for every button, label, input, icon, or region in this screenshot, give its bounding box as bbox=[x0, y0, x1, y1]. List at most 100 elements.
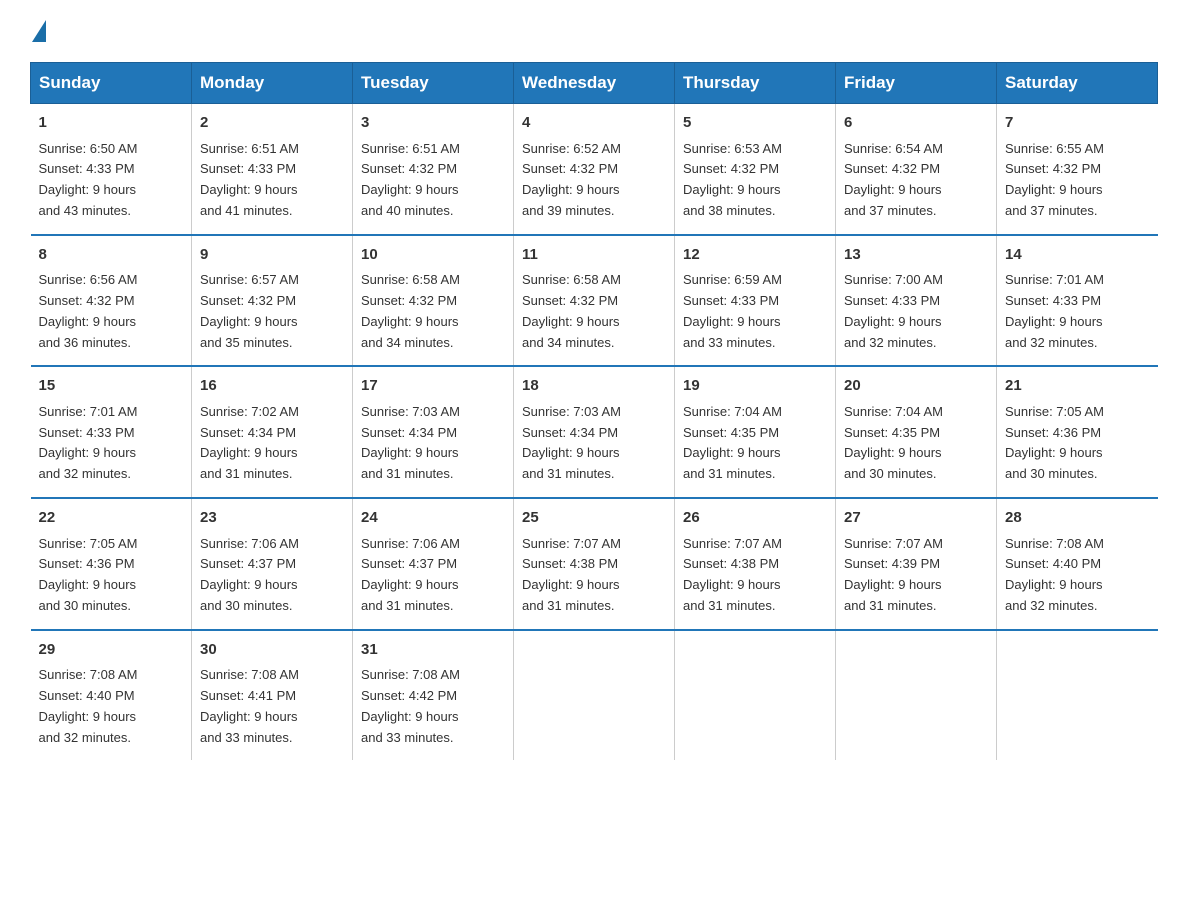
header-day-saturday: Saturday bbox=[997, 63, 1158, 104]
header-day-sunday: Sunday bbox=[31, 63, 192, 104]
day-number: 14 bbox=[1005, 244, 1150, 267]
day-number: 10 bbox=[361, 244, 505, 267]
day-number: 21 bbox=[1005, 375, 1150, 398]
day-number: 31 bbox=[361, 639, 505, 662]
calendar-cell bbox=[997, 630, 1158, 761]
day-info: Sunrise: 6:56 AMSunset: 4:32 PMDaylight:… bbox=[39, 270, 184, 353]
header-day-friday: Friday bbox=[836, 63, 997, 104]
day-info: Sunrise: 6:52 AMSunset: 4:32 PMDaylight:… bbox=[522, 139, 666, 222]
calendar-cell: 24 Sunrise: 7:06 AMSunset: 4:37 PMDayligh… bbox=[353, 498, 514, 630]
header-day-thursday: Thursday bbox=[675, 63, 836, 104]
calendar-cell: 2 Sunrise: 6:51 AMSunset: 4:33 PMDaylight… bbox=[192, 104, 353, 235]
day-info: Sunrise: 7:03 AMSunset: 4:34 PMDaylight:… bbox=[522, 402, 666, 485]
calendar-cell: 12 Sunrise: 6:59 AMSunset: 4:33 PMDayligh… bbox=[675, 235, 836, 367]
day-info: Sunrise: 6:58 AMSunset: 4:32 PMDaylight:… bbox=[361, 270, 505, 353]
day-info: Sunrise: 7:05 AMSunset: 4:36 PMDaylight:… bbox=[39, 534, 184, 617]
day-number: 22 bbox=[39, 507, 184, 530]
week-row-2: 8 Sunrise: 6:56 AMSunset: 4:32 PMDaylight… bbox=[31, 235, 1158, 367]
calendar-cell: 9 Sunrise: 6:57 AMSunset: 4:32 PMDaylight… bbox=[192, 235, 353, 367]
day-number: 24 bbox=[361, 507, 505, 530]
day-number: 8 bbox=[39, 244, 184, 267]
day-info: Sunrise: 7:08 AMSunset: 4:40 PMDaylight:… bbox=[39, 665, 184, 748]
day-info: Sunrise: 7:03 AMSunset: 4:34 PMDaylight:… bbox=[361, 402, 505, 485]
day-number: 23 bbox=[200, 507, 344, 530]
day-number: 9 bbox=[200, 244, 344, 267]
calendar-cell: 7 Sunrise: 6:55 AMSunset: 4:32 PMDaylight… bbox=[997, 104, 1158, 235]
calendar-cell: 31 Sunrise: 7:08 AMSunset: 4:42 PMDayligh… bbox=[353, 630, 514, 761]
calendar-cell: 19Sunrise: 7:04 AMSunset: 4:35 PMDayligh… bbox=[675, 366, 836, 498]
day-info: Sunrise: 6:59 AMSunset: 4:33 PMDaylight:… bbox=[683, 270, 827, 353]
header-day-tuesday: Tuesday bbox=[353, 63, 514, 104]
day-info: Sunrise: 7:07 AMSunset: 4:39 PMDaylight:… bbox=[844, 534, 988, 617]
logo-triangle-icon bbox=[32, 20, 46, 42]
day-number: 19 bbox=[683, 375, 827, 398]
day-number: 3 bbox=[361, 112, 505, 135]
day-number: 12 bbox=[683, 244, 827, 267]
calendar-table: SundayMondayTuesdayWednesdayThursdayFrid… bbox=[30, 62, 1158, 760]
page-header bbox=[30, 20, 1158, 42]
calendar-cell: 3 Sunrise: 6:51 AMSunset: 4:32 PMDaylight… bbox=[353, 104, 514, 235]
day-info: Sunrise: 6:54 AMSunset: 4:32 PMDaylight:… bbox=[844, 139, 988, 222]
day-number: 1 bbox=[39, 112, 184, 135]
calendar-cell bbox=[675, 630, 836, 761]
day-info: Sunrise: 7:05 AMSunset: 4:36 PMDaylight:… bbox=[1005, 402, 1150, 485]
day-info: Sunrise: 6:51 AMSunset: 4:33 PMDaylight:… bbox=[200, 139, 344, 222]
calendar-cell: 13Sunrise: 7:00 AMSunset: 4:33 PMDayligh… bbox=[836, 235, 997, 367]
day-number: 11 bbox=[522, 244, 666, 267]
calendar-cell: 25 Sunrise: 7:07 AMSunset: 4:38 PMDayligh… bbox=[514, 498, 675, 630]
calendar-cell: 18 Sunrise: 7:03 AMSunset: 4:34 PMDayligh… bbox=[514, 366, 675, 498]
day-number: 15 bbox=[39, 375, 184, 398]
calendar-cell: 14 Sunrise: 7:01 AMSunset: 4:33 PMDayligh… bbox=[997, 235, 1158, 367]
calendar-cell: 28Sunrise: 7:08 AMSunset: 4:40 PMDayligh… bbox=[997, 498, 1158, 630]
day-number: 28 bbox=[1005, 507, 1150, 530]
day-number: 2 bbox=[200, 112, 344, 135]
calendar-cell: 20 Sunrise: 7:04 AMSunset: 4:35 PMDayligh… bbox=[836, 366, 997, 498]
day-info: Sunrise: 7:01 AMSunset: 4:33 PMDaylight:… bbox=[1005, 270, 1150, 353]
day-info: Sunrise: 7:08 AMSunset: 4:42 PMDaylight:… bbox=[361, 665, 505, 748]
day-number: 26 bbox=[683, 507, 827, 530]
calendar-cell: 29 Sunrise: 7:08 AMSunset: 4:40 PMDayligh… bbox=[31, 630, 192, 761]
day-number: 7 bbox=[1005, 112, 1150, 135]
day-info: Sunrise: 7:06 AMSunset: 4:37 PMDaylight:… bbox=[361, 534, 505, 617]
day-info: Sunrise: 7:07 AMSunset: 4:38 PMDaylight:… bbox=[522, 534, 666, 617]
day-info: Sunrise: 6:55 AMSunset: 4:32 PMDaylight:… bbox=[1005, 139, 1150, 222]
day-info: Sunrise: 6:57 AMSunset: 4:32 PMDaylight:… bbox=[200, 270, 344, 353]
calendar-cell: 5Sunrise: 6:53 AMSunset: 4:32 PMDaylight… bbox=[675, 104, 836, 235]
calendar-header: SundayMondayTuesdayWednesdayThursdayFrid… bbox=[31, 63, 1158, 104]
day-info: Sunrise: 6:58 AMSunset: 4:32 PMDaylight:… bbox=[522, 270, 666, 353]
logo bbox=[30, 20, 48, 42]
day-info: Sunrise: 7:04 AMSunset: 4:35 PMDaylight:… bbox=[844, 402, 988, 485]
day-number: 27 bbox=[844, 507, 988, 530]
calendar-cell bbox=[514, 630, 675, 761]
day-info: Sunrise: 7:07 AMSunset: 4:38 PMDaylight:… bbox=[683, 534, 827, 617]
calendar-cell: 11 Sunrise: 6:58 AMSunset: 4:32 PMDayligh… bbox=[514, 235, 675, 367]
day-info: Sunrise: 7:08 AMSunset: 4:41 PMDaylight:… bbox=[200, 665, 344, 748]
day-number: 16 bbox=[200, 375, 344, 398]
calendar-cell bbox=[836, 630, 997, 761]
week-row-4: 22 Sunrise: 7:05 AMSunset: 4:36 PMDayligh… bbox=[31, 498, 1158, 630]
day-info: Sunrise: 7:02 AMSunset: 4:34 PMDaylight:… bbox=[200, 402, 344, 485]
day-number: 29 bbox=[39, 639, 184, 662]
day-number: 20 bbox=[844, 375, 988, 398]
header-day-monday: Monday bbox=[192, 63, 353, 104]
day-number: 6 bbox=[844, 112, 988, 135]
calendar-cell: 16 Sunrise: 7:02 AMSunset: 4:34 PMDayligh… bbox=[192, 366, 353, 498]
calendar-cell: 30Sunrise: 7:08 AMSunset: 4:41 PMDayligh… bbox=[192, 630, 353, 761]
calendar-cell: 21 Sunrise: 7:05 AMSunset: 4:36 PMDayligh… bbox=[997, 366, 1158, 498]
calendar-cell: 15Sunrise: 7:01 AMSunset: 4:33 PMDayligh… bbox=[31, 366, 192, 498]
day-number: 5 bbox=[683, 112, 827, 135]
calendar-cell: 10 Sunrise: 6:58 AMSunset: 4:32 PMDayligh… bbox=[353, 235, 514, 367]
calendar-cell: 4Sunrise: 6:52 AMSunset: 4:32 PMDaylight… bbox=[514, 104, 675, 235]
day-info: Sunrise: 7:00 AMSunset: 4:33 PMDaylight:… bbox=[844, 270, 988, 353]
day-info: Sunrise: 7:06 AMSunset: 4:37 PMDaylight:… bbox=[200, 534, 344, 617]
day-number: 18 bbox=[522, 375, 666, 398]
header-day-wednesday: Wednesday bbox=[514, 63, 675, 104]
day-number: 25 bbox=[522, 507, 666, 530]
day-number: 17 bbox=[361, 375, 505, 398]
calendar-cell: 22 Sunrise: 7:05 AMSunset: 4:36 PMDayligh… bbox=[31, 498, 192, 630]
day-info: Sunrise: 6:51 AMSunset: 4:32 PMDaylight:… bbox=[361, 139, 505, 222]
calendar-cell: 8 Sunrise: 6:56 AMSunset: 4:32 PMDaylight… bbox=[31, 235, 192, 367]
calendar-cell: 6 Sunrise: 6:54 AMSunset: 4:32 PMDaylight… bbox=[836, 104, 997, 235]
week-row-1: 1Sunrise: 6:50 AMSunset: 4:33 PMDaylight… bbox=[31, 104, 1158, 235]
calendar-body: 1Sunrise: 6:50 AMSunset: 4:33 PMDaylight… bbox=[31, 104, 1158, 761]
